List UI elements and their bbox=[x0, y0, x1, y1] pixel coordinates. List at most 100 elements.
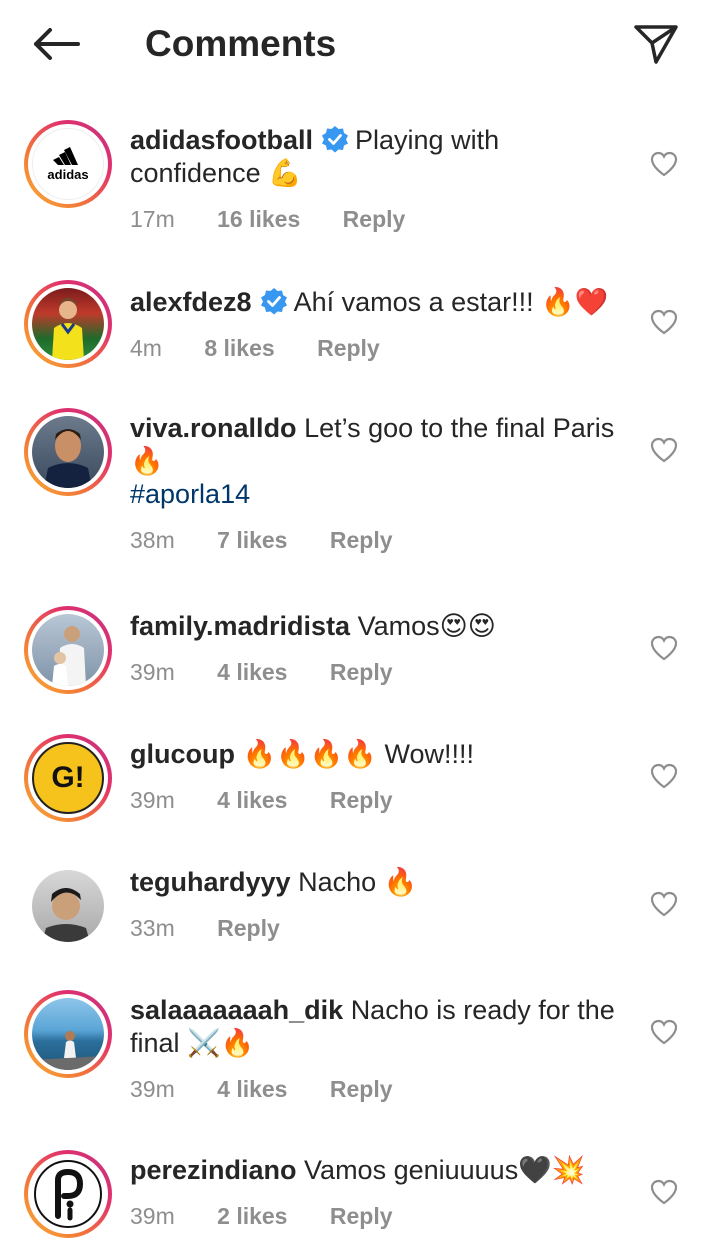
comment-meta: 39m 2 likes Reply bbox=[130, 1201, 630, 1231]
reply-button[interactable]: Reply bbox=[343, 204, 406, 234]
page-title: Comments bbox=[145, 23, 337, 64]
like-button[interactable] bbox=[648, 888, 680, 920]
sea-photo-icon bbox=[32, 1031, 104, 1070]
reply-button[interactable]: Reply bbox=[330, 1201, 393, 1231]
reply-button[interactable]: Reply bbox=[330, 1074, 393, 1104]
comment-meta: 39m 4 likes Reply bbox=[130, 1074, 630, 1104]
reply-button[interactable]: Reply bbox=[330, 657, 393, 687]
verified-badge-icon bbox=[260, 288, 287, 315]
share-button[interactable] bbox=[628, 16, 684, 72]
avatar bbox=[32, 998, 104, 1070]
comment-text: adidasfootball Playing with confidence 💪 bbox=[130, 124, 630, 190]
likes-count[interactable]: 2 likes bbox=[217, 1201, 287, 1231]
avatar-story-ring[interactable] bbox=[24, 990, 112, 1078]
avatar bbox=[32, 614, 104, 686]
arrow-left-icon bbox=[34, 28, 80, 60]
heart-icon bbox=[650, 437, 678, 463]
like-button[interactable] bbox=[648, 632, 680, 664]
player-photo-icon bbox=[52, 298, 84, 360]
avatar-story-ring[interactable] bbox=[24, 1150, 112, 1238]
comment-time: 39m bbox=[130, 1203, 175, 1229]
heart-icon bbox=[650, 635, 678, 661]
comment-body: Vamos😍😍 bbox=[357, 611, 496, 641]
avatar-story-ring[interactable]: G! bbox=[24, 734, 112, 822]
reply-button[interactable]: Reply bbox=[217, 913, 280, 943]
comment-body: Ahí vamos a estar!!! 🔥❤️ bbox=[293, 287, 609, 317]
heart-icon bbox=[650, 1019, 678, 1045]
username-link[interactable]: alexfdez8 bbox=[130, 287, 252, 317]
comment-meta: 39m 4 likes Reply bbox=[130, 785, 630, 815]
like-button[interactable] bbox=[648, 306, 680, 338]
reply-button[interactable]: Reply bbox=[330, 785, 393, 815]
avatar-image bbox=[32, 870, 104, 942]
username-link[interactable]: perezindiano bbox=[130, 1155, 297, 1185]
comment-time: 4m bbox=[130, 335, 162, 361]
player-photo-icon bbox=[52, 626, 86, 686]
avatar bbox=[32, 1158, 104, 1230]
avatar-story-ring[interactable] bbox=[24, 606, 112, 694]
avatar bbox=[32, 288, 104, 360]
username-link[interactable]: adidasfootball bbox=[130, 125, 313, 155]
comment-text: salaaaaaaah_dik Nacho is ready for the f… bbox=[130, 994, 630, 1060]
avatar: adidas bbox=[32, 128, 104, 200]
likes-count[interactable]: 4 likes bbox=[217, 785, 287, 815]
comment-body: Nacho 🔥 bbox=[298, 867, 418, 897]
player-photo-icon bbox=[44, 429, 92, 488]
like-button[interactable] bbox=[648, 434, 680, 466]
likes-count[interactable]: 4 likes bbox=[217, 1074, 287, 1104]
comment-time: 17m bbox=[130, 206, 175, 232]
comment-text: perezindiano Vamos geniuuuus🖤💥 bbox=[130, 1154, 630, 1187]
comment-text: teguhardyyy Nacho 🔥 bbox=[130, 866, 630, 899]
heart-icon bbox=[650, 891, 678, 917]
reply-button[interactable]: Reply bbox=[317, 333, 380, 363]
comment-text: alexfdez8 Ahí vamos a estar!!! 🔥❤️ bbox=[130, 286, 630, 319]
comment-text: viva.ronalldo Let’s goo to the final Par… bbox=[130, 412, 630, 511]
likes-count[interactable]: 7 likes bbox=[217, 525, 287, 555]
heart-icon bbox=[650, 151, 678, 177]
top-bar: Comments bbox=[0, 0, 720, 90]
likes-count[interactable]: 4 likes bbox=[217, 657, 287, 687]
adidas-logo-icon: adidas bbox=[47, 147, 89, 182]
comment-meta: 17m 16 likes Reply bbox=[130, 204, 630, 234]
comment-time: 33m bbox=[130, 915, 175, 941]
like-button[interactable] bbox=[648, 760, 680, 792]
likes-count[interactable]: 8 likes bbox=[204, 333, 274, 363]
comment-time: 39m bbox=[130, 1076, 175, 1102]
comment-meta: 38m 7 likes Reply bbox=[130, 525, 630, 555]
like-button[interactable] bbox=[648, 148, 680, 180]
glucoup-logo: G! bbox=[51, 761, 85, 794]
avatar-story-ring[interactable] bbox=[24, 280, 112, 368]
username-link[interactable]: teguhardyyy bbox=[130, 867, 291, 897]
heart-icon bbox=[650, 309, 678, 335]
comment-body: Vamos geniuuuus🖤💥 bbox=[304, 1155, 586, 1185]
comment-time: 39m bbox=[130, 787, 175, 813]
person-photo-icon bbox=[42, 888, 90, 942]
hashtag-link[interactable]: #aporla14 bbox=[130, 479, 250, 509]
username-link[interactable]: glucoup bbox=[130, 739, 235, 769]
comment-text: family.madridista Vamos😍😍 bbox=[130, 610, 630, 643]
username-link[interactable]: viva.ronalldo bbox=[130, 413, 297, 443]
comment-time: 38m bbox=[130, 527, 175, 553]
back-button[interactable] bbox=[26, 18, 86, 70]
heart-icon bbox=[650, 763, 678, 789]
username-link[interactable]: family.madridista bbox=[130, 611, 350, 641]
avatar[interactable] bbox=[32, 870, 104, 942]
comment-meta: 39m 4 likes Reply bbox=[130, 657, 630, 687]
like-button[interactable] bbox=[648, 1176, 680, 1208]
avatar bbox=[32, 416, 104, 488]
username-link[interactable]: salaaaaaaah_dik bbox=[130, 995, 343, 1025]
reply-button[interactable]: Reply bbox=[330, 525, 393, 555]
comment-meta: 4m 8 likes Reply bbox=[130, 333, 630, 363]
comment-time: 39m bbox=[130, 659, 175, 685]
svg-text:adidas: adidas bbox=[47, 167, 88, 182]
pi-logo-icon bbox=[34, 1160, 102, 1228]
heart-icon bbox=[650, 1179, 678, 1205]
verified-badge-icon bbox=[322, 126, 349, 153]
comment-body: 🔥🔥🔥🔥 Wow!!!! bbox=[242, 739, 475, 769]
likes-count[interactable]: 16 likes bbox=[217, 204, 300, 234]
avatar: G! bbox=[32, 742, 104, 814]
like-button[interactable] bbox=[648, 1016, 680, 1048]
avatar-story-ring[interactable]: adidas bbox=[24, 120, 112, 208]
avatar-story-ring[interactable] bbox=[24, 408, 112, 496]
paper-plane-icon bbox=[634, 25, 678, 64]
